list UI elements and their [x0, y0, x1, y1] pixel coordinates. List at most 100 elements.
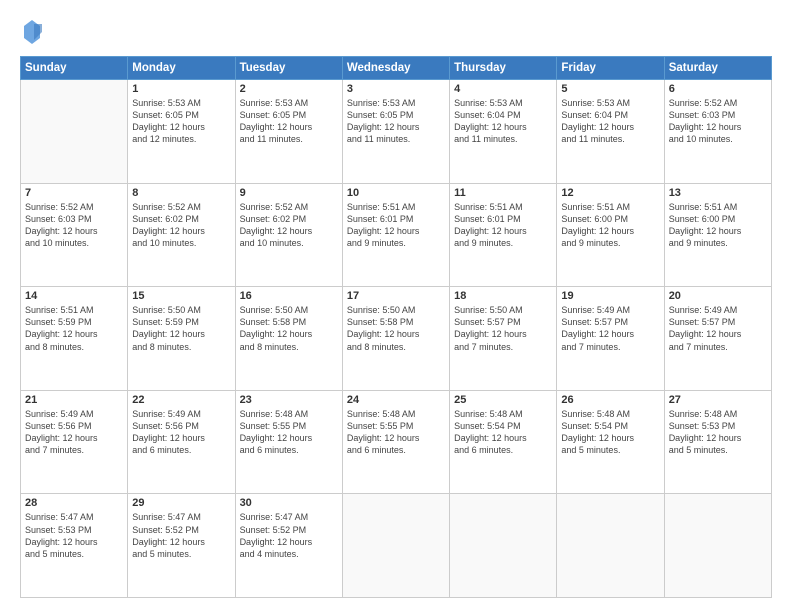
day-info: Sunrise: 5:50 AM Sunset: 5:57 PM Dayligh…: [454, 304, 552, 353]
calendar-cell: 14 Sunrise: 5:51 AM Sunset: 5:59 PM Dayli…: [21, 287, 128, 391]
day-info: Sunrise: 5:50 AM Sunset: 5:58 PM Dayligh…: [240, 304, 338, 353]
day-info: Sunrise: 5:52 AM Sunset: 6:02 PM Dayligh…: [132, 201, 230, 250]
calendar-cell: 21 Sunrise: 5:49 AM Sunset: 5:56 PM Dayli…: [21, 390, 128, 494]
calendar-cell: 9Sunrise: 5:52 AM Sunset: 6:02 PM Daylig…: [235, 183, 342, 287]
calendar-cell: 22Sunrise: 5:49 AM Sunset: 5:56 PM Dayli…: [128, 390, 235, 494]
calendar-week-row: 7 Sunrise: 5:52 AM Sunset: 6:03 PM Daylig…: [21, 183, 772, 287]
day-info: Sunrise: 5:47 AM Sunset: 5:53 PM Dayligh…: [25, 511, 123, 560]
day-info: Sunrise: 5:48 AM Sunset: 5:55 PM Dayligh…: [347, 408, 445, 457]
calendar-cell: [664, 494, 771, 598]
day-info: Sunrise: 5:51 AM Sunset: 6:01 PM Dayligh…: [347, 201, 445, 250]
calendar-cell: 8 Sunrise: 5:52 AM Sunset: 6:02 PM Daylig…: [128, 183, 235, 287]
calendar-cell: [557, 494, 664, 598]
day-info: Sunrise: 5:49 AM Sunset: 5:57 PM Dayligh…: [669, 304, 767, 353]
weekday-header: Tuesday: [235, 57, 342, 80]
day-info: Sunrise: 5:50 AM Sunset: 5:59 PM Dayligh…: [132, 304, 230, 353]
day-number: 4: [454, 83, 552, 95]
day-number: 2: [240, 83, 338, 95]
calendar-cell: 11Sunrise: 5:51 AM Sunset: 6:01 PM Dayli…: [450, 183, 557, 287]
day-info: Sunrise: 5:51 AM Sunset: 6:01 PM Dayligh…: [454, 201, 552, 250]
calendar-cell: 26 Sunrise: 5:48 AM Sunset: 5:54 PM Dayli…: [557, 390, 664, 494]
day-info: Sunrise: 5:52 AM Sunset: 6:02 PM Dayligh…: [240, 201, 338, 250]
day-info: Sunrise: 5:52 AM Sunset: 6:03 PM Dayligh…: [669, 97, 767, 146]
calendar-cell: 12 Sunrise: 5:51 AM Sunset: 6:00 PM Dayli…: [557, 183, 664, 287]
weekday-header: Friday: [557, 57, 664, 80]
day-number: 7: [25, 187, 123, 199]
day-number: 12: [561, 187, 659, 199]
day-number: 1: [132, 83, 230, 95]
calendar-cell: [21, 80, 128, 184]
calendar-cell: 23 Sunrise: 5:48 AM Sunset: 5:55 PM Dayli…: [235, 390, 342, 494]
calendar-cell: 30 Sunrise: 5:47 AM Sunset: 5:52 PM Dayli…: [235, 494, 342, 598]
day-info: Sunrise: 5:48 AM Sunset: 5:54 PM Dayligh…: [454, 408, 552, 457]
calendar-cell: 15 Sunrise: 5:50 AM Sunset: 5:59 PM Dayli…: [128, 287, 235, 391]
day-number: 8: [132, 187, 230, 199]
day-info: Sunrise: 5:53 AM Sunset: 6:04 PM Dayligh…: [454, 97, 552, 146]
day-number: 17: [347, 290, 445, 302]
day-info: Sunrise: 5:47 AM Sunset: 5:52 PM Dayligh…: [240, 511, 338, 560]
calendar-cell: 19 Sunrise: 5:49 AM Sunset: 5:57 PM Dayli…: [557, 287, 664, 391]
day-info: Sunrise: 5:52 AM Sunset: 6:03 PM Dayligh…: [25, 201, 123, 250]
weekday-header: Monday: [128, 57, 235, 80]
day-number: 19: [561, 290, 659, 302]
weekday-header: Saturday: [664, 57, 771, 80]
day-number: 3: [347, 83, 445, 95]
calendar-cell: 20 Sunrise: 5:49 AM Sunset: 5:57 PM Dayli…: [664, 287, 771, 391]
calendar-cell: 28 Sunrise: 5:47 AM Sunset: 5:53 PM Dayli…: [21, 494, 128, 598]
day-info: Sunrise: 5:48 AM Sunset: 5:54 PM Dayligh…: [561, 408, 659, 457]
calendar-cell: 13 Sunrise: 5:51 AM Sunset: 6:00 PM Dayli…: [664, 183, 771, 287]
day-number: 26: [561, 394, 659, 406]
calendar-cell: 2 Sunrise: 5:53 AM Sunset: 6:05 PM Daylig…: [235, 80, 342, 184]
logo: [20, 18, 48, 46]
day-info: Sunrise: 5:51 AM Sunset: 6:00 PM Dayligh…: [561, 201, 659, 250]
day-info: Sunrise: 5:47 AM Sunset: 5:52 PM Dayligh…: [132, 511, 230, 560]
day-info: Sunrise: 5:49 AM Sunset: 5:57 PM Dayligh…: [561, 304, 659, 353]
day-number: 10: [347, 187, 445, 199]
weekday-header: Sunday: [21, 57, 128, 80]
weekday-header: Thursday: [450, 57, 557, 80]
day-number: 30: [240, 497, 338, 509]
day-number: 14: [25, 290, 123, 302]
day-number: 18: [454, 290, 552, 302]
day-number: 29: [132, 497, 230, 509]
day-info: Sunrise: 5:53 AM Sunset: 6:05 PM Dayligh…: [132, 97, 230, 146]
calendar-cell: 18 Sunrise: 5:50 AM Sunset: 5:57 PM Dayli…: [450, 287, 557, 391]
calendar-cell: 24 Sunrise: 5:48 AM Sunset: 5:55 PM Dayli…: [342, 390, 449, 494]
day-number: 22: [132, 394, 230, 406]
logo-icon: [20, 18, 44, 46]
calendar-cell: 5Sunrise: 5:53 AM Sunset: 6:04 PM Daylig…: [557, 80, 664, 184]
day-info: Sunrise: 5:50 AM Sunset: 5:58 PM Dayligh…: [347, 304, 445, 353]
day-number: 28: [25, 497, 123, 509]
day-number: 13: [669, 187, 767, 199]
calendar-cell: 25Sunrise: 5:48 AM Sunset: 5:54 PM Dayli…: [450, 390, 557, 494]
day-number: 15: [132, 290, 230, 302]
day-info: Sunrise: 5:48 AM Sunset: 5:53 PM Dayligh…: [669, 408, 767, 457]
day-info: Sunrise: 5:48 AM Sunset: 5:55 PM Dayligh…: [240, 408, 338, 457]
calendar-cell: 6 Sunrise: 5:52 AM Sunset: 6:03 PM Daylig…: [664, 80, 771, 184]
day-number: 16: [240, 290, 338, 302]
day-number: 23: [240, 394, 338, 406]
day-info: Sunrise: 5:51 AM Sunset: 6:00 PM Dayligh…: [669, 201, 767, 250]
calendar-cell: 4 Sunrise: 5:53 AM Sunset: 6:04 PM Daylig…: [450, 80, 557, 184]
calendar-cell: 1 Sunrise: 5:53 AM Sunset: 6:05 PM Daylig…: [128, 80, 235, 184]
calendar-week-row: 28 Sunrise: 5:47 AM Sunset: 5:53 PM Dayli…: [21, 494, 772, 598]
day-number: 21: [25, 394, 123, 406]
calendar-cell: 7 Sunrise: 5:52 AM Sunset: 6:03 PM Daylig…: [21, 183, 128, 287]
day-number: 5: [561, 83, 659, 95]
day-number: 20: [669, 290, 767, 302]
calendar-cell: 10 Sunrise: 5:51 AM Sunset: 6:01 PM Dayli…: [342, 183, 449, 287]
day-info: Sunrise: 5:53 AM Sunset: 6:05 PM Dayligh…: [240, 97, 338, 146]
calendar-week-row: 14 Sunrise: 5:51 AM Sunset: 5:59 PM Dayli…: [21, 287, 772, 391]
day-number: 24: [347, 394, 445, 406]
calendar-cell: [342, 494, 449, 598]
day-number: 6: [669, 83, 767, 95]
calendar-week-row: 21 Sunrise: 5:49 AM Sunset: 5:56 PM Dayli…: [21, 390, 772, 494]
calendar-cell: [450, 494, 557, 598]
calendar-cell: 27Sunrise: 5:48 AM Sunset: 5:53 PM Dayli…: [664, 390, 771, 494]
page: SundayMondayTuesdayWednesdayThursdayFrid…: [0, 0, 792, 612]
calendar-cell: 3Sunrise: 5:53 AM Sunset: 6:05 PM Daylig…: [342, 80, 449, 184]
day-info: Sunrise: 5:51 AM Sunset: 5:59 PM Dayligh…: [25, 304, 123, 353]
day-info: Sunrise: 5:49 AM Sunset: 5:56 PM Dayligh…: [25, 408, 123, 457]
calendar-cell: 29 Sunrise: 5:47 AM Sunset: 5:52 PM Dayli…: [128, 494, 235, 598]
weekday-header: Wednesday: [342, 57, 449, 80]
